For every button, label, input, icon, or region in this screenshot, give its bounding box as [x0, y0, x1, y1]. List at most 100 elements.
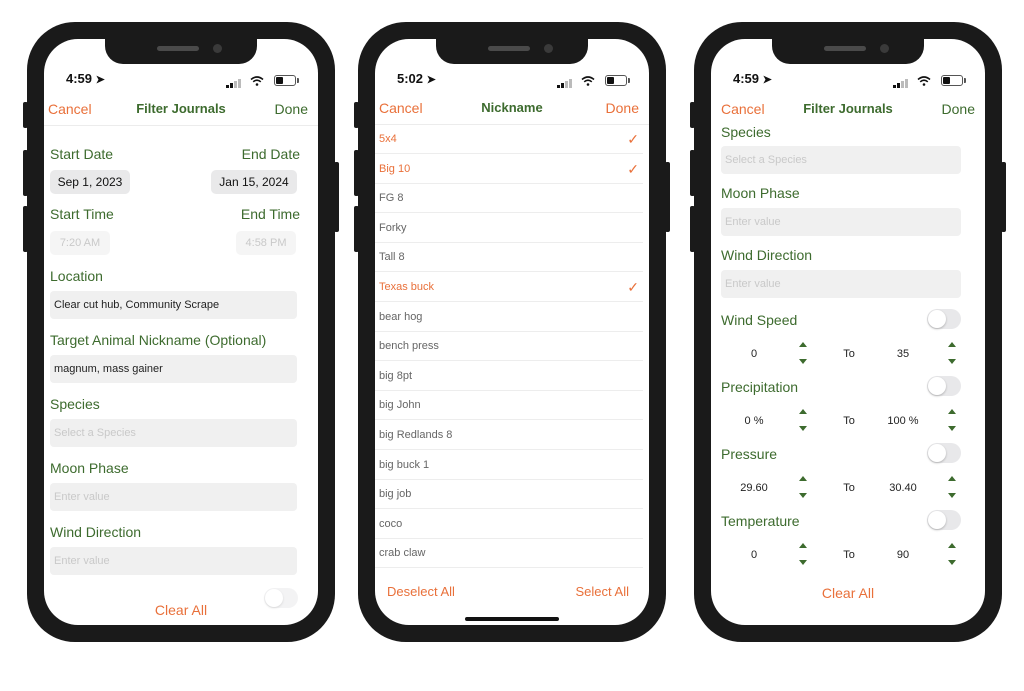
moon-phase-label: Moon Phase: [50, 460, 129, 476]
nickname-list-item[interactable]: big buck 1: [375, 451, 643, 480]
nickname-item-label: bench press: [379, 340, 439, 353]
wifi-icon: [581, 75, 595, 86]
deselect-all-button[interactable]: Deselect All: [387, 584, 455, 599]
precipitation-max: 100 %: [887, 415, 919, 427]
temperature-max-stepper[interactable]: [948, 543, 960, 567]
wifi-icon: [917, 75, 931, 86]
pressure-toggle[interactable]: [927, 443, 961, 463]
select-all-button[interactable]: Select All: [576, 584, 629, 599]
location-label: Location: [50, 268, 103, 284]
nickname-item-label: crab claw: [379, 547, 426, 560]
temperature-min-stepper[interactable]: [799, 543, 811, 567]
nickname-list-item[interactable]: Tall 8: [375, 243, 643, 273]
mute-switch: [23, 102, 28, 128]
status-bar: 4:59 ➤: [66, 71, 299, 89]
screen-filter-journals-scrolled: 4:59 ➤ Cancel Filter Journals Done Speci…: [711, 39, 985, 625]
nickname-label: Target Animal Nickname (Optional): [50, 332, 267, 348]
wind-speed-max-stepper[interactable]: [948, 342, 960, 366]
nickname-list-item[interactable]: Big 10 ✓: [375, 155, 643, 184]
done-button[interactable]: Done: [275, 101, 308, 117]
wind-speed-toggle[interactable]: [927, 309, 961, 329]
nickname-list-item[interactable]: bench press: [375, 332, 643, 362]
battery-icon: [605, 75, 630, 87]
wind-speed-min: 0: [750, 348, 758, 360]
moon-phase-field[interactable]: Enter value: [50, 483, 297, 511]
moon-phase-field[interactable]: Enter value: [721, 208, 961, 236]
species-select[interactable]: Select a Species: [50, 419, 297, 447]
home-indicator: [465, 617, 559, 621]
down-arrow-icon[interactable]: [948, 493, 956, 498]
location-arrow-icon: ➤: [426, 74, 436, 86]
nickname-list-item[interactable]: big John: [375, 391, 643, 421]
up-arrow-icon[interactable]: [948, 409, 956, 414]
nickname-list-item[interactable]: Forky: [375, 214, 643, 243]
temperature-max: 90: [896, 549, 910, 561]
nickname-list-item[interactable]: big 8pt: [375, 362, 643, 391]
nickname-list-item[interactable]: Texas buck ✓: [375, 273, 643, 302]
nickname-item-label: FG 8: [379, 192, 404, 205]
phone-middle: 5:02 ➤ Cancel Nickname Done 5x4 ✓ Big 10 ✓ F…: [354, 22, 670, 642]
start-time-picker[interactable]: 7:20 AM: [50, 231, 110, 255]
up-arrow-icon[interactable]: [948, 342, 956, 347]
volume-up-button: [23, 150, 28, 196]
down-arrow-icon[interactable]: [799, 426, 807, 431]
precipitation-toggle[interactable]: [927, 376, 961, 396]
end-time-label: End Time: [240, 206, 300, 222]
species-label: Species: [50, 396, 100, 412]
nickname-list-item[interactable]: crab claw: [375, 539, 643, 569]
volume-up-button: [354, 150, 359, 196]
down-arrow-icon[interactable]: [799, 359, 807, 364]
nickname-list-item[interactable]: 5x4 ✓: [375, 125, 643, 154]
wind-speed-min-stepper[interactable]: [799, 342, 811, 366]
up-arrow-icon[interactable]: [799, 409, 807, 414]
nickname-list-item[interactable]: bear hog: [375, 303, 643, 332]
down-arrow-icon[interactable]: [799, 560, 807, 565]
end-time-picker[interactable]: 4:58 PM: [236, 231, 296, 255]
checkmark-icon: ✓: [627, 131, 639, 147]
up-arrow-icon[interactable]: [799, 476, 807, 481]
wind-direction-field[interactable]: Enter value: [721, 270, 961, 298]
volume-up-button: [690, 150, 695, 196]
wind-direction-field[interactable]: Enter value: [50, 547, 297, 575]
clear-all-button[interactable]: Clear All: [711, 585, 985, 601]
precipitation-min-stepper[interactable]: [799, 409, 811, 433]
pressure-max-stepper[interactable]: [948, 476, 960, 500]
battery-icon: [941, 75, 966, 87]
nickname-item-label: Forky: [379, 221, 407, 234]
precipitation-label: Precipitation: [721, 379, 799, 395]
start-time-label: Start Time: [50, 206, 114, 222]
species-select[interactable]: Select a Species: [721, 146, 961, 174]
start-date-picker[interactable]: Sep 1, 2023: [50, 170, 130, 194]
cellular-signal-icon: [556, 73, 573, 89]
phone-left: 4:59 ➤ Cancel Filter Journals Done Start…: [23, 22, 339, 642]
wind-speed-label: Wind Speed: [721, 312, 798, 328]
pressure-min-stepper[interactable]: [799, 476, 811, 500]
nickname-field[interactable]: magnum, mass gainer: [50, 355, 297, 383]
up-arrow-icon[interactable]: [948, 476, 956, 481]
pressure-min: 29.60: [740, 482, 768, 494]
nickname-list-item[interactable]: big job: [375, 480, 643, 510]
nickname-list-item[interactable]: big Redlands 8: [375, 421, 643, 450]
temperature-toggle[interactable]: [927, 510, 961, 530]
nickname-list-item[interactable]: coco: [375, 510, 643, 539]
location-field[interactable]: Clear cut hub, Community Scrape: [50, 291, 297, 319]
temperature-label: Temperature: [721, 513, 800, 529]
down-arrow-icon[interactable]: [948, 560, 956, 565]
done-button[interactable]: Done: [942, 101, 975, 117]
end-date-picker[interactable]: Jan 15, 2024: [211, 170, 297, 194]
nickname-item-label: big job: [379, 488, 412, 501]
clear-all-button[interactable]: Clear All: [44, 602, 318, 618]
up-arrow-icon[interactable]: [799, 543, 807, 548]
nickname-item-label: big Redlands 8: [379, 429, 453, 441]
nickname-item-label: 5x4: [379, 133, 397, 145]
done-button[interactable]: Done: [606, 100, 639, 116]
down-arrow-icon[interactable]: [948, 426, 956, 431]
up-arrow-icon[interactable]: [948, 543, 956, 548]
nav-bar: Cancel Nickname Done: [375, 98, 649, 125]
down-arrow-icon[interactable]: [799, 493, 807, 498]
up-arrow-icon[interactable]: [799, 342, 807, 347]
precipitation-max-stepper[interactable]: [948, 409, 960, 433]
down-arrow-icon[interactable]: [948, 359, 956, 364]
mute-switch: [690, 102, 695, 128]
nickname-list-item[interactable]: FG 8: [375, 184, 643, 214]
